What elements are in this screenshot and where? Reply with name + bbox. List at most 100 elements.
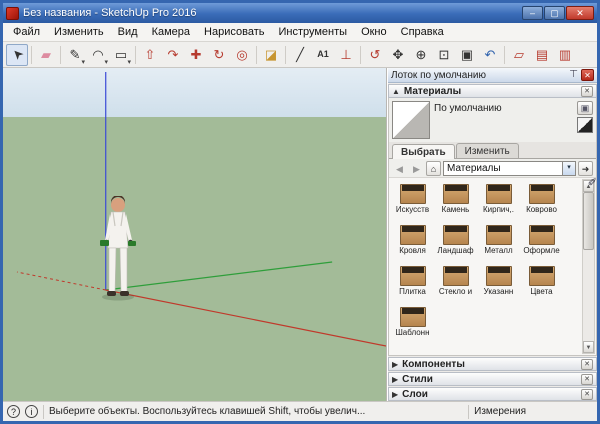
paint-bucket-tool-button[interactable]: ◪ bbox=[260, 44, 282, 66]
styles-close-button[interactable]: ✕ bbox=[581, 373, 593, 385]
expand-icon[interactable]: ▶ bbox=[392, 375, 398, 384]
secondary-pane-button[interactable]: ▣ bbox=[577, 101, 593, 115]
menu-edit[interactable]: Изменить bbox=[48, 25, 110, 39]
pan-icon: ✥ bbox=[392, 47, 404, 62]
arc-icon: ◠ bbox=[92, 47, 104, 62]
forward-button[interactable]: ▶ bbox=[409, 161, 424, 176]
status-bar: ? i Выберите объекты. Воспользуйтесь кла… bbox=[3, 401, 597, 421]
tab-select[interactable]: Выбрать bbox=[392, 144, 455, 159]
menu-file[interactable]: Файл bbox=[7, 25, 46, 39]
rotate-tool-button[interactable]: ↻ bbox=[208, 44, 230, 66]
material-box-icon bbox=[485, 225, 512, 245]
layers-close-button[interactable]: ✕ bbox=[581, 388, 593, 400]
eraser-tool-button[interactable]: ▰ bbox=[35, 44, 57, 66]
push-pull-tool-button[interactable]: ⇧ bbox=[139, 44, 161, 66]
materials-tabs: Выбрать Изменить bbox=[389, 142, 596, 159]
move-tool-button[interactable]: ✚ bbox=[185, 44, 207, 66]
material-category-tile[interactable]: Кирпич,. bbox=[477, 180, 520, 221]
material-category-tile[interactable]: Камень bbox=[434, 180, 477, 221]
section-cut-tool-button[interactable]: ▥ bbox=[554, 44, 576, 66]
pan-tool-button[interactable]: ✥ bbox=[387, 44, 409, 66]
sample-paint-icon[interactable]: ✐ bbox=[588, 176, 597, 189]
dropdown-icon[interactable]: ▾ bbox=[104, 58, 108, 66]
follow-me-icon: ↷ bbox=[167, 47, 179, 62]
scrollbar-track[interactable] bbox=[583, 192, 594, 341]
material-category-tile[interactable]: Искусств bbox=[391, 180, 434, 221]
scrollbar-thumb[interactable] bbox=[583, 192, 594, 250]
toolbar-separator bbox=[31, 45, 32, 64]
menu-view[interactable]: Вид bbox=[112, 25, 144, 39]
material-category-tile[interactable]: Шаблонн bbox=[391, 303, 434, 344]
measurements-value[interactable] bbox=[531, 405, 593, 419]
material-category-tile[interactable]: Стекло и bbox=[434, 262, 477, 303]
home-button[interactable]: ⌂ bbox=[426, 160, 441, 176]
expand-icon[interactable]: ▶ bbox=[392, 360, 398, 369]
follow-me-tool-button[interactable]: ↷ bbox=[162, 44, 184, 66]
statusbar-separator bbox=[43, 404, 44, 419]
zoom-extents-tool-button[interactable]: ▣ bbox=[456, 44, 478, 66]
material-category-tile[interactable]: Оформле bbox=[520, 221, 563, 262]
menu-window[interactable]: Окно bbox=[355, 25, 393, 39]
material-box-icon bbox=[399, 307, 426, 327]
info-icon[interactable]: i bbox=[25, 405, 38, 418]
menu-camera[interactable]: Камера bbox=[146, 25, 196, 39]
material-category-tile[interactable]: Коврово bbox=[520, 180, 563, 221]
move-icon: ✚ bbox=[190, 47, 202, 62]
axes-tool-button[interactable]: ⊥ bbox=[335, 44, 357, 66]
scroll-down-icon[interactable]: ▼ bbox=[583, 341, 594, 353]
tray-close-button[interactable]: ✕ bbox=[581, 69, 594, 81]
maximize-button[interactable]: ▢ bbox=[544, 6, 565, 20]
measurements-label: Измерения bbox=[474, 406, 526, 417]
components-close-button[interactable]: ✕ bbox=[581, 358, 593, 370]
text-tool-button[interactable]: A1 bbox=[312, 44, 334, 66]
material-category-tile[interactable]: Цвета bbox=[520, 262, 563, 303]
scale-figure[interactable] bbox=[95, 196, 141, 302]
toolbar: ➤ ▰ ✎ ▾ ◠ ▾ ▭ ▾ ⇧ ↷ ✚ ↻ ◎ ◪ ╱ A1 ⊥ ↺ ✥ ⊕ ⊡ … bbox=[3, 42, 597, 68]
dropdown-icon[interactable]: ▾ bbox=[81, 58, 85, 66]
model-viewport[interactable] bbox=[3, 68, 387, 401]
pin-icon[interactable]: ⊤ bbox=[569, 70, 578, 80]
line-tool-button[interactable]: ✎ ▾ bbox=[64, 44, 86, 66]
components-section-header[interactable]: ▶ Компоненты ✕ bbox=[388, 357, 597, 371]
material-category-tile[interactable]: Металл bbox=[477, 221, 520, 262]
minimize-button[interactable]: – bbox=[522, 6, 543, 20]
eraser-icon: ▰ bbox=[41, 47, 51, 62]
select-tool-button[interactable]: ➤ bbox=[6, 43, 28, 66]
materials-grid: Искусств Камень Кирпич,. Коврово Кровля … bbox=[391, 180, 580, 355]
dropdown-icon[interactable]: ▾ bbox=[127, 58, 131, 66]
tab-edit[interactable]: Изменить bbox=[455, 143, 519, 158]
materials-close-button[interactable]: ✕ bbox=[581, 85, 593, 97]
rectangle-tool-button[interactable]: ▭ ▾ bbox=[110, 44, 132, 66]
section-display-tool-button[interactable]: ▤ bbox=[531, 44, 553, 66]
help-icon[interactable]: ? bbox=[7, 405, 20, 418]
material-category-tile[interactable]: Ландшаф bbox=[434, 221, 477, 262]
zoom-window-tool-button[interactable]: ⊡ bbox=[433, 44, 455, 66]
styles-section-header[interactable]: ▶ Стили ✕ bbox=[388, 372, 597, 386]
material-category-tile[interactable]: Указанн bbox=[477, 262, 520, 303]
expand-icon[interactable]: ▶ bbox=[392, 390, 398, 399]
section-plane-tool-button[interactable]: ▱ bbox=[508, 44, 530, 66]
previous-view-tool-button[interactable]: ↶ bbox=[479, 44, 501, 66]
collapse-icon[interactable]: ▲ bbox=[392, 87, 400, 96]
material-box-icon bbox=[399, 225, 426, 245]
menu-tools[interactable]: Инструменты bbox=[272, 25, 353, 39]
material-category-tile[interactable]: Кровля bbox=[391, 221, 434, 262]
tray-header[interactable]: Лоток по умолчанию ⊤ ✕ bbox=[388, 68, 597, 83]
back-button[interactable]: ◀ bbox=[392, 161, 407, 176]
collections-dropdown[interactable]: Материалы ▾ bbox=[443, 160, 576, 176]
orbit-tool-button[interactable]: ↺ bbox=[364, 44, 386, 66]
tape-measure-tool-button[interactable]: ╱ bbox=[289, 44, 311, 66]
menu-draw[interactable]: Нарисовать bbox=[198, 25, 270, 39]
materials-scrollbar[interactable]: ▲ ▼ bbox=[582, 179, 595, 354]
arc-tool-button[interactable]: ◠ ▾ bbox=[87, 44, 109, 66]
menu-help[interactable]: Справка bbox=[395, 25, 450, 39]
materials-section-header[interactable]: ▲ Материалы ✕ bbox=[388, 84, 597, 98]
material-category-tile[interactable]: Плитка bbox=[391, 262, 434, 303]
layers-section-header[interactable]: ▶ Слои ✕ bbox=[388, 387, 597, 401]
close-button[interactable]: ✕ bbox=[566, 6, 594, 20]
offset-tool-button[interactable]: ◎ bbox=[231, 44, 253, 66]
material-box-icon bbox=[528, 225, 555, 245]
zoom-tool-button[interactable]: ⊕ bbox=[410, 44, 432, 66]
details-arrow-button[interactable]: ➜ bbox=[578, 160, 593, 176]
chevron-down-icon[interactable]: ▾ bbox=[562, 161, 575, 175]
